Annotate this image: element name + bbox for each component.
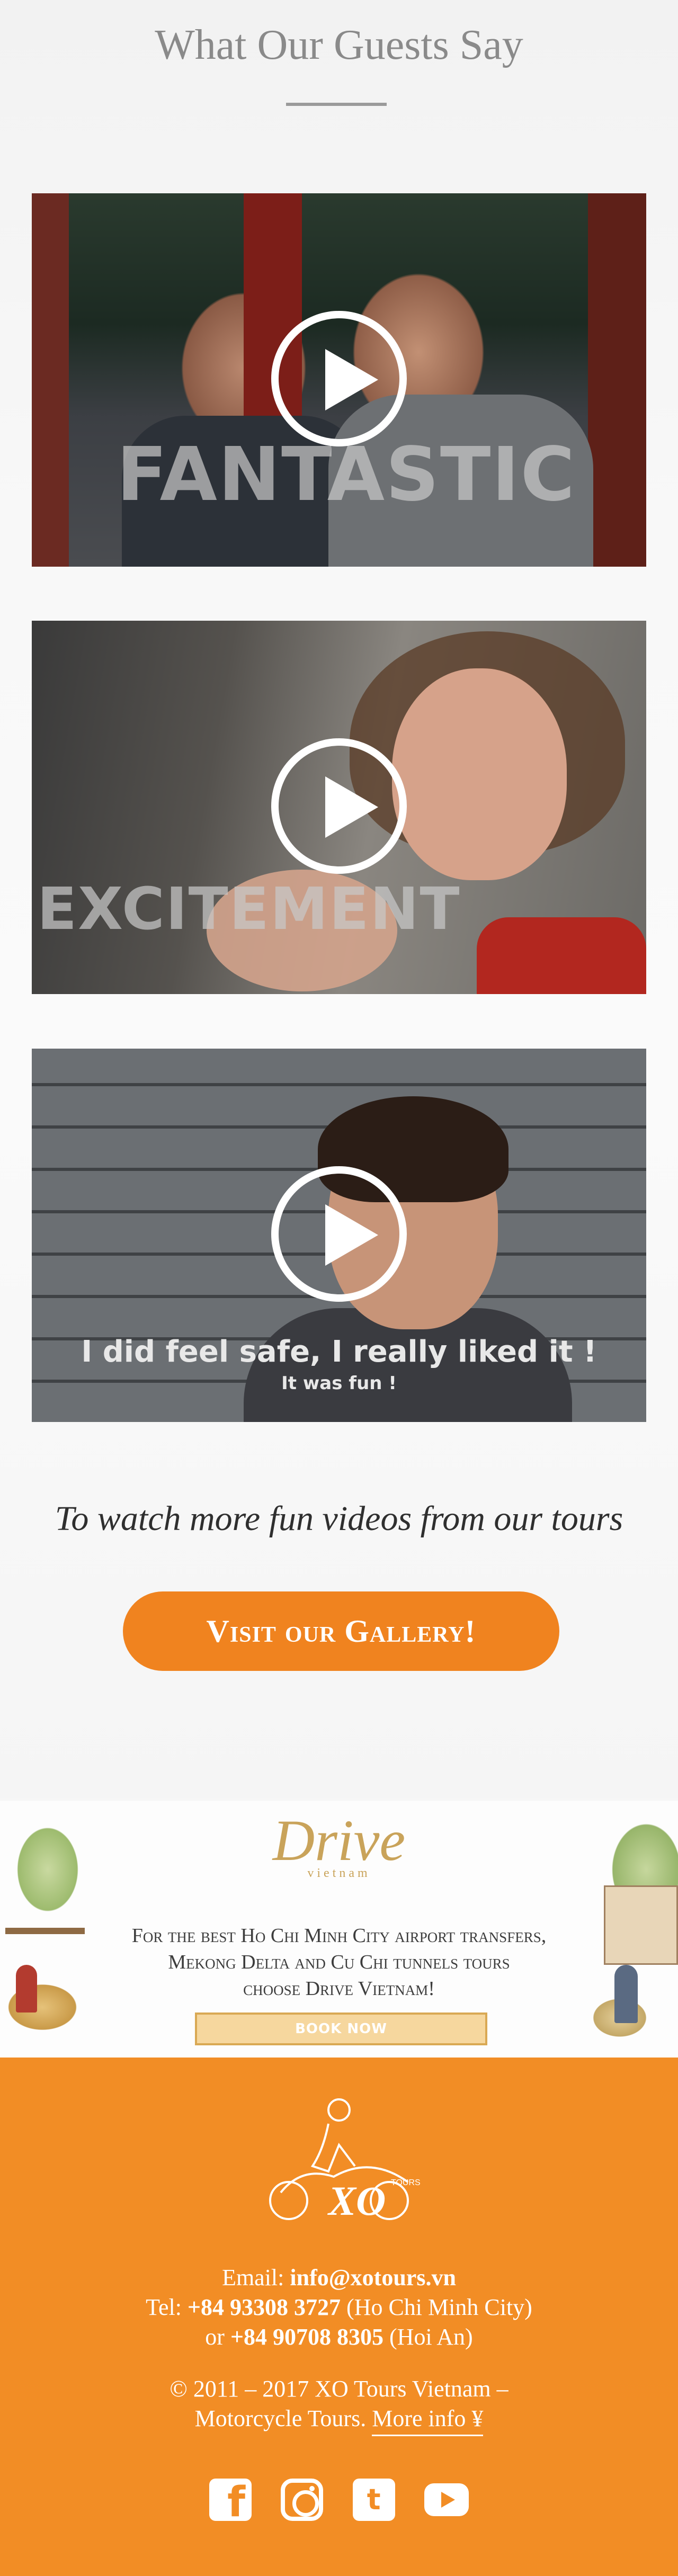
logo-text: XO bbox=[327, 2178, 386, 2224]
video-subcaption: It was fun ! bbox=[281, 1373, 397, 1394]
testimonials-section: What Our Guests Say FANTASTIC EXCITEMENT… bbox=[0, 0, 678, 1798]
footer-email-line: Email: info@xotours.vn bbox=[222, 2265, 456, 2291]
street-illustration bbox=[572, 1806, 678, 2050]
drive-vietnam-logo: Drive bbox=[272, 1808, 406, 1873]
drive-vietnam-banner[interactable]: Drive vietnam For the best Ho Chi Minh C… bbox=[0, 1801, 678, 2058]
phone-link-hoian[interactable]: +84 90708 8305 bbox=[230, 2324, 383, 2350]
logo-subtext: TOURS bbox=[391, 2178, 421, 2187]
social-links: f t bbox=[209, 2479, 469, 2523]
video-overlay-text: EXCITEMENT bbox=[37, 875, 461, 943]
play-icon[interactable] bbox=[271, 1166, 407, 1302]
video-felt-safe[interactable]: I did feel safe, I really liked it ! It … bbox=[32, 1049, 646, 1422]
market-illustration bbox=[0, 1806, 101, 2050]
xo-tours-logo: XO TOURS bbox=[269, 2098, 421, 2224]
twitter-icon[interactable]: t bbox=[352, 2479, 395, 2521]
video-fantastic[interactable]: FANTASTIC bbox=[32, 193, 646, 567]
phone-link-hcmc[interactable]: +84 93308 3727 bbox=[188, 2294, 341, 2320]
play-icon[interactable] bbox=[271, 738, 407, 874]
copyright-line: Motorcycle Tours. More info ¥ bbox=[0, 2405, 678, 2436]
more-videos-text: To watch more fun videos from our tours bbox=[55, 1499, 623, 1538]
email-link[interactable]: info@xotours.vn bbox=[290, 2265, 456, 2291]
banner-text-line: choose Drive Vietnam! bbox=[243, 1978, 435, 2000]
footer-phone-line: or +84 90708 8305 (Hoi An) bbox=[205, 2324, 473, 2350]
more-info-link[interactable]: More info ¥ bbox=[372, 2405, 484, 2436]
title-divider bbox=[286, 103, 387, 106]
book-now-button[interactable]: BOOK NOW bbox=[195, 2012, 487, 2045]
visit-gallery-button[interactable]: Visit our Gallery! bbox=[123, 1591, 559, 1671]
facebook-icon[interactable]: f bbox=[209, 2479, 252, 2523]
youtube-icon[interactable] bbox=[424, 2483, 469, 2516]
banner-text-line: For the best Ho Chi Minh City airport tr… bbox=[131, 1925, 547, 1947]
video-excitement[interactable]: EXCITEMENT bbox=[32, 621, 646, 994]
copyright-line: © 2011 – 2017 XO Tours Vietnam – bbox=[170, 2376, 508, 2402]
video-caption: I did feel safe, I really liked it ! bbox=[81, 1335, 597, 1369]
banner-text-line: Mekong Delta and Cu Chi tunnels tours bbox=[168, 1951, 510, 1973]
footer-phone-line: Tel: +84 93308 3727 (Ho Chi Minh City) bbox=[146, 2294, 532, 2320]
play-icon[interactable] bbox=[271, 311, 407, 446]
banner-text: For the best Ho Chi Minh City airport tr… bbox=[90, 1922, 588, 2002]
instagram-icon[interactable] bbox=[281, 2479, 324, 2521]
footer: XO TOURS Email: info@xotours.vn Tel: +84… bbox=[0, 2058, 678, 2576]
drive-vietnam-logo-subtitle: vietnam bbox=[307, 1866, 371, 1880]
section-title: What Our Guests Say bbox=[155, 22, 523, 68]
